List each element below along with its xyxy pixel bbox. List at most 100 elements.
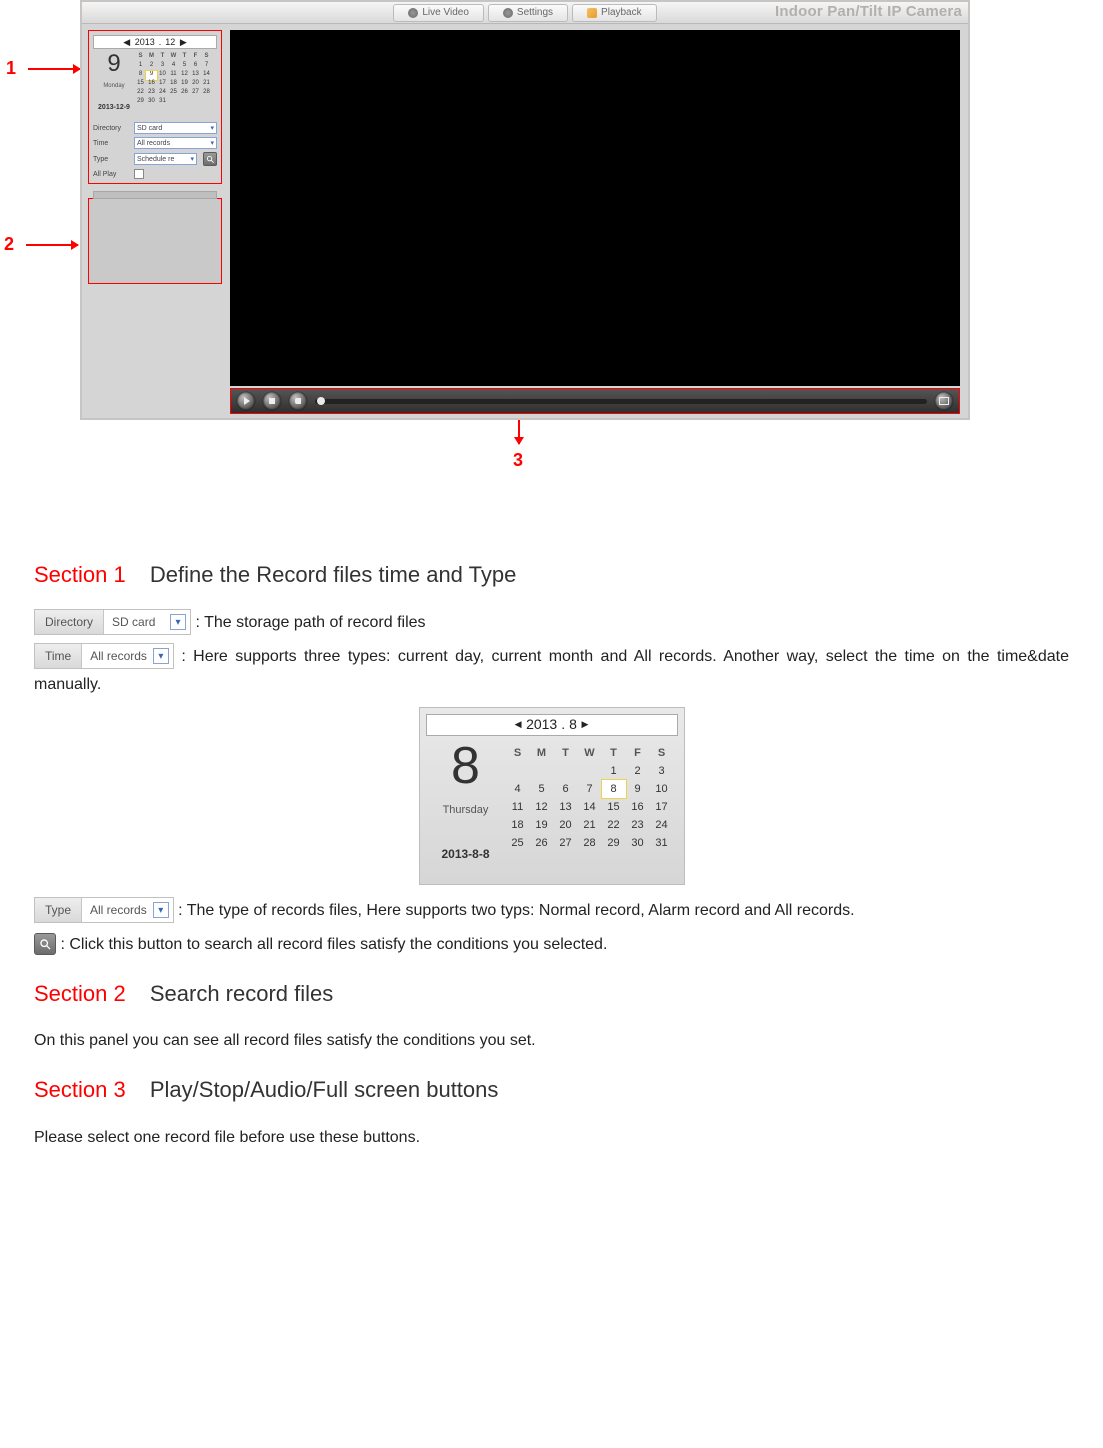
calendar-day-cell[interactable]: 23 [626, 816, 650, 834]
calendar-day-cell[interactable]: 5 [179, 62, 190, 71]
time-chip-value: All records [90, 646, 147, 667]
calendar-day-cell[interactable]: 7 [201, 62, 212, 71]
calendar-day-cell[interactable]: 27 [190, 89, 201, 98]
type-select[interactable]: Schedule re ▾ [134, 153, 197, 165]
calendar-day-cell[interactable]: 30 [626, 834, 650, 852]
calendar-day-cell[interactable]: 1 [135, 62, 146, 71]
calendar-day-cell[interactable]: 28 [578, 834, 602, 852]
chevron-down-icon: ▾ [153, 902, 169, 918]
calendar-header[interactable]: ◀ 2013 . 12 ▶ [93, 35, 217, 49]
calendar-day-cell[interactable]: 8 [602, 780, 626, 798]
calendar-day-cell[interactable]: 24 [650, 816, 674, 834]
audio-button[interactable] [289, 392, 307, 410]
calendar-day-cell[interactable]: 4 [506, 780, 530, 798]
calendar-day-cell[interactable]: 19 [530, 816, 554, 834]
play-button[interactable] [237, 392, 255, 410]
time-chip-select[interactable]: All records ▾ [82, 644, 173, 668]
calendar-day-cell[interactable]: 19 [179, 80, 190, 89]
calendar-day-cell[interactable]: 14 [201, 71, 212, 80]
calendar-day-cell[interactable]: 2 [146, 62, 157, 71]
calendar-day-cell[interactable]: 26 [530, 834, 554, 852]
results-panel[interactable] [88, 198, 222, 284]
calendar-day-cell[interactable]: 7 [578, 780, 602, 798]
fullscreen-button[interactable] [935, 392, 953, 410]
calendar-day-cell[interactable]: 27 [554, 834, 578, 852]
calendar-day-cell[interactable]: 24 [157, 89, 168, 98]
playback-window: Live Video Settings Playback Indoor Pan/… [80, 0, 970, 420]
calendar-prev-icon[interactable]: ◀ [514, 721, 522, 729]
calendar-day-cell[interactable]: 11 [168, 71, 179, 80]
calendar-day-cell[interactable]: 11 [506, 798, 530, 816]
calendar-day-cell[interactable]: 21 [201, 80, 212, 89]
section-3-number: Section 3 [34, 1077, 126, 1102]
calendar-day-cell[interactable]: 31 [157, 98, 168, 107]
type-chip-select[interactable]: All records ▾ [82, 898, 173, 922]
calendar-day-cell[interactable]: 20 [554, 816, 578, 834]
calendar-day-cell[interactable]: 25 [506, 834, 530, 852]
calendar-day-cell[interactable]: 3 [650, 762, 674, 780]
directory-chip-select[interactable]: SD card ▾ [104, 610, 190, 634]
big-calendar-header[interactable]: ◀ 2013 . 8 ▶ [426, 714, 678, 736]
calendar-day-cell[interactable]: 21 [578, 816, 602, 834]
tab-live-video[interactable]: Live Video [393, 4, 484, 22]
calendar-day-cell[interactable]: 26 [179, 89, 190, 98]
calendar-day-cell[interactable]: 9 [146, 71, 157, 80]
allplay-row: All Play [93, 169, 217, 179]
calendar-day-cell[interactable]: 6 [554, 780, 578, 798]
calendar-grid[interactable]: SMTWTFS123456789101112131415161718192021… [135, 53, 217, 119]
search-button[interactable] [203, 152, 217, 166]
calendar-day-cell[interactable]: 20 [190, 80, 201, 89]
calendar-day-cell[interactable]: 8 [135, 71, 146, 80]
calendar-day-cell[interactable]: 16 [146, 80, 157, 89]
calendar-day-cell[interactable]: 12 [530, 798, 554, 816]
calendar-day-cell[interactable]: 31 [650, 834, 674, 852]
calendar-day-cell[interactable]: 13 [190, 71, 201, 80]
calendar-next-icon[interactable]: ▶ [581, 721, 589, 729]
calendar-day-cell[interactable]: 17 [650, 798, 674, 816]
calendar-day-cell[interactable]: 6 [190, 62, 201, 71]
tab-playback[interactable]: Playback [572, 4, 657, 22]
allplay-checkbox[interactable] [134, 169, 144, 179]
calendar-day-cell[interactable]: 10 [157, 71, 168, 80]
search-chip[interactable] [34, 933, 56, 955]
calendar-day-cell[interactable]: 13 [554, 798, 578, 816]
calendar-day-cell[interactable]: 23 [146, 89, 157, 98]
calendar-day-cell[interactable]: 25 [168, 89, 179, 98]
calendar-day-cell[interactable]: 5 [530, 780, 554, 798]
calendar-day-cell[interactable]: 4 [168, 62, 179, 71]
calendar-full-date: 2013-12-9 [93, 97, 135, 119]
tab-settings[interactable]: Settings [488, 4, 568, 22]
progress-slider[interactable] [315, 399, 927, 404]
directory-select[interactable]: SD card ▾ [134, 122, 217, 134]
calendar-day-cell[interactable]: 29 [602, 834, 626, 852]
time-select[interactable]: All records ▾ [134, 137, 217, 149]
calendar-day-cell[interactable]: 14 [578, 798, 602, 816]
calendar-day-cell[interactable]: 10 [650, 780, 674, 798]
calendar-day-cell[interactable]: 3 [157, 62, 168, 71]
calendar-day-cell[interactable]: 2 [626, 762, 650, 780]
calendar-day-cell[interactable]: 18 [506, 816, 530, 834]
calendar-day-cell[interactable]: 1 [602, 762, 626, 780]
callout-2: 2 [4, 234, 14, 255]
big-calendar-full-date: 2013-8-8 [426, 832, 506, 876]
calendar-day-cell[interactable]: 29 [135, 98, 146, 107]
calendar-day-cell [554, 762, 578, 780]
calendar-day-cell[interactable]: 15 [135, 80, 146, 89]
calendar-year: 2013 [135, 37, 155, 47]
calendar-day-cell[interactable]: 22 [602, 816, 626, 834]
left-panel: ◀ 2013 . 12 ▶ 9 Monday 2013-12-9 SMTWTFS… [88, 30, 222, 284]
calendar-day-cell[interactable]: 15 [602, 798, 626, 816]
calendar-day-cell[interactable]: 12 [179, 71, 190, 80]
calendar-day-cell[interactable]: 16 [626, 798, 650, 816]
calendar-day-cell[interactable]: 9 [626, 780, 650, 798]
calendar-day-cell[interactable]: 28 [201, 89, 212, 98]
calendar-prev-icon[interactable]: ◀ [123, 38, 131, 46]
calendar-next-icon[interactable]: ▶ [179, 38, 187, 46]
calendar-day-cell[interactable]: 30 [146, 98, 157, 107]
calendar-day-cell[interactable]: 22 [135, 89, 146, 98]
stop-button[interactable] [263, 392, 281, 410]
section-3-title: Play/Stop/Audio/Full screen buttons [150, 1077, 499, 1102]
calendar-day-cell[interactable]: 18 [168, 80, 179, 89]
big-calendar-grid[interactable]: SMTWTFS123456789101112131415161718192021… [506, 744, 678, 876]
calendar-day-cell[interactable]: 17 [157, 80, 168, 89]
